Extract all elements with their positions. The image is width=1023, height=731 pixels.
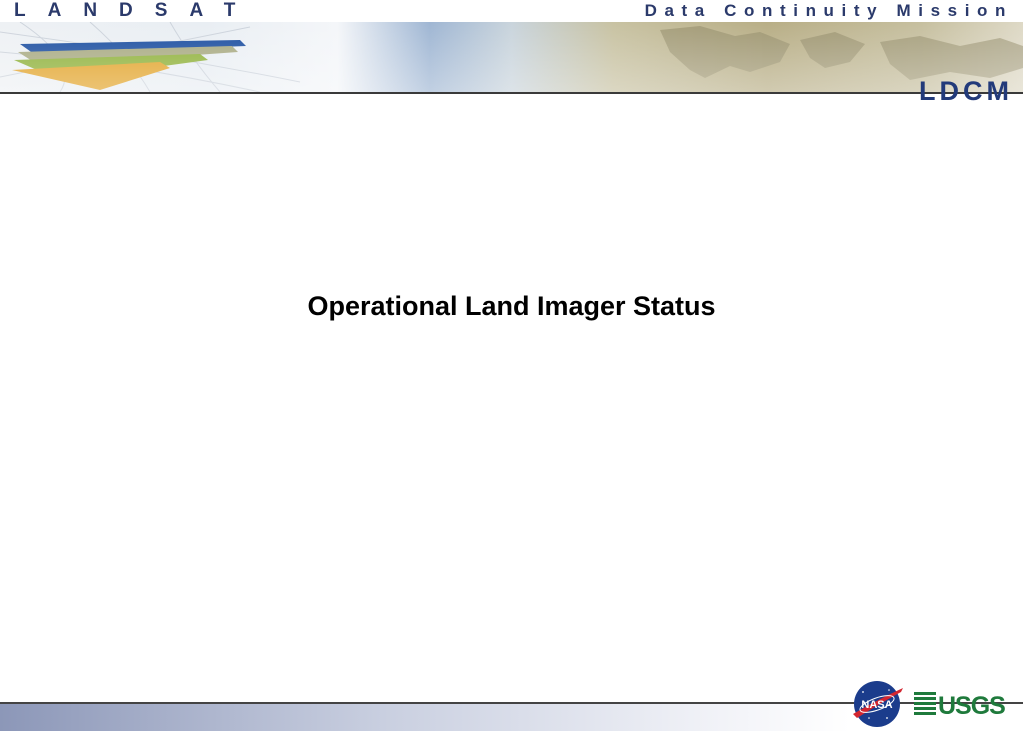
header-banner [0, 22, 1023, 92]
banner-graphic [0, 22, 1023, 92]
slide: LANDSAT Data Continuity Mission LDCM Ope… [0, 0, 1023, 731]
ldcm-badge: LDCM [919, 76, 1013, 106]
header-strip: LANDSAT Data Continuity Mission [0, 0, 1023, 22]
landsat-title: LANDSAT [14, 0, 258, 21]
mission-title: Data Continuity Mission [644, 1, 1013, 20]
slide-title: Operational Land Imager Status [307, 291, 716, 321]
header-divider [0, 92, 1023, 94]
usgs-logo-text: USGS [938, 692, 1005, 718]
nasa-logo: NASA [853, 681, 903, 727]
nasa-logo-text: NASA [861, 699, 892, 711]
usgs-logo: USGS [914, 692, 1006, 718]
footer-band [0, 704, 850, 731]
